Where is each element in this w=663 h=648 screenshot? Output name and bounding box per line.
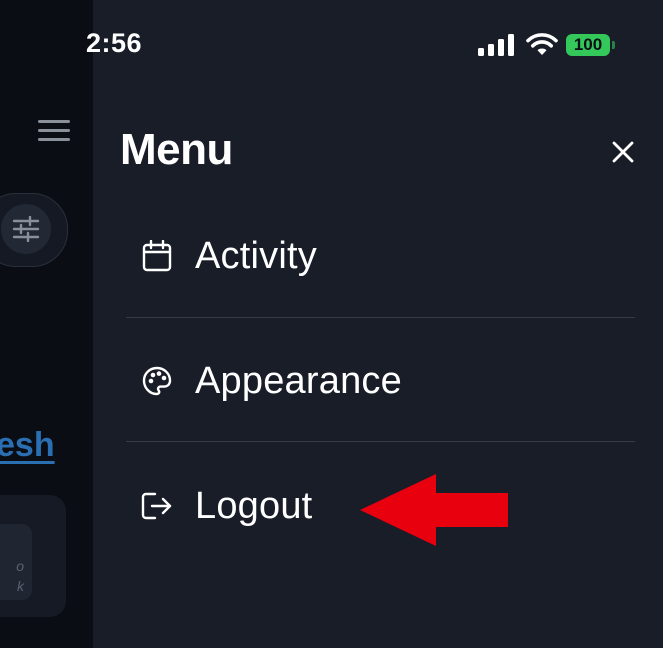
hamburger-icon	[38, 120, 70, 142]
refresh-link: esh	[0, 426, 55, 464]
divider	[126, 317, 635, 318]
background-card-text: o k	[16, 558, 24, 594]
menu-item-label: Logout	[195, 484, 313, 527]
wifi-icon	[526, 33, 558, 55]
annotation-arrow-icon	[360, 474, 508, 546]
menu-item-label: Activity	[195, 234, 317, 277]
palette-icon	[140, 364, 174, 398]
sliders-icon	[1, 204, 51, 254]
divider	[126, 441, 635, 442]
close-icon	[612, 141, 634, 163]
battery-indicator: 100	[566, 34, 615, 56]
menu-panel	[93, 0, 663, 648]
logout-icon	[140, 489, 174, 523]
menu-title: Menu	[120, 125, 233, 174]
status-time: 2:56	[86, 28, 143, 58]
menu-item-appearance[interactable]: Appearance	[126, 341, 635, 421]
menu-item-label: Appearance	[195, 359, 402, 402]
background-app: esh o k	[0, 0, 93, 648]
close-button[interactable]	[603, 132, 643, 172]
calendar-icon	[140, 239, 174, 273]
filter-pill	[0, 193, 68, 267]
menu-item-activity[interactable]: Activity	[126, 216, 635, 296]
status-indicators: 100	[478, 33, 615, 57]
cellular-signal-icon	[478, 34, 514, 56]
